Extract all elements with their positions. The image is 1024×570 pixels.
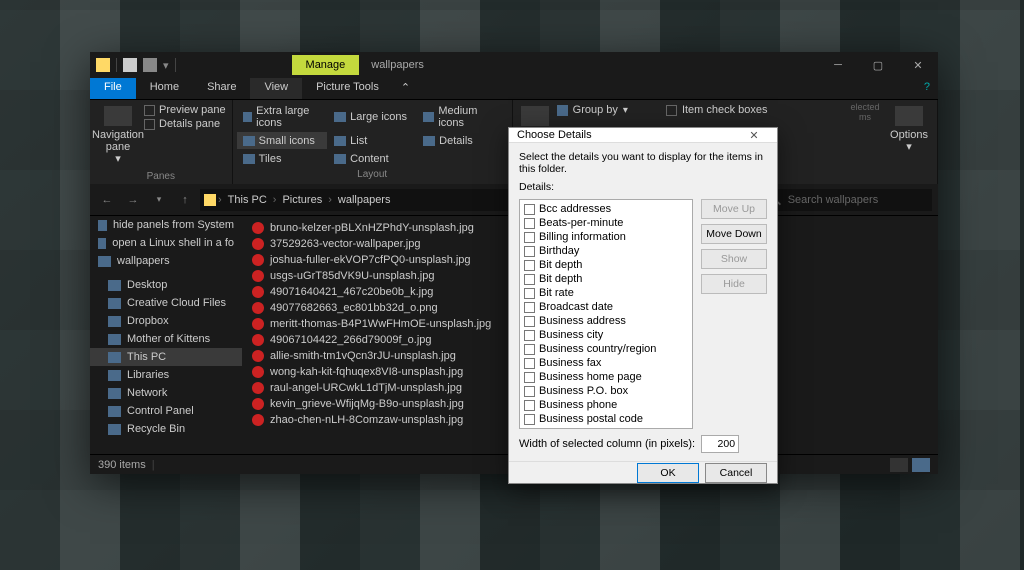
nav-item[interactable]: Desktop — [90, 276, 242, 294]
nav-item[interactable]: Creative Cloud Files — [90, 294, 242, 312]
menu-share[interactable]: Share — [193, 78, 250, 99]
nav-item[interactable]: This PC — [90, 348, 242, 366]
detail-option[interactable]: Broadcast date — [522, 300, 690, 314]
detail-option[interactable]: Birthday — [522, 244, 690, 258]
ok-button[interactable]: OK — [637, 463, 699, 483]
separator — [175, 58, 176, 72]
layout-content[interactable]: Content — [328, 150, 416, 167]
ribbon-hidden-selected: electedms — [845, 102, 885, 182]
item-count: 390 items — [98, 459, 146, 471]
detail-option[interactable]: Bit depth — [522, 258, 690, 272]
folder-icon — [96, 58, 110, 72]
detail-option[interactable]: Beats-per-minute — [522, 216, 690, 230]
view-icons-button[interactable] — [912, 458, 930, 472]
nav-item[interactable]: Mother of Kittens — [90, 330, 242, 348]
search-input[interactable]: 🔍 Search wallpapers — [762, 189, 932, 211]
nav-item[interactable]: hide panels from System — [90, 216, 242, 234]
detail-option[interactable]: Business phone — [522, 398, 690, 412]
back-button[interactable]: ← — [96, 189, 118, 211]
nav-item[interactable]: Dropbox — [90, 312, 242, 330]
quick-access-toolbar: ▾ — [90, 58, 182, 72]
help-icon[interactable]: ? — [916, 78, 938, 99]
cancel-button[interactable]: Cancel — [705, 463, 767, 483]
nav-item[interactable]: open a Linux shell in a fo — [90, 234, 242, 252]
navigation-pane[interactable]: hide panels from Systemopen a Linux shel… — [90, 216, 242, 454]
layout-tiles[interactable]: Tiles — [237, 150, 328, 167]
forward-button[interactable]: → — [122, 189, 144, 211]
view-details-button[interactable] — [890, 458, 908, 472]
ribbon-group-layout: Extra large iconsLarge iconsMedium icons… — [233, 100, 513, 184]
layout-extra-large-icons[interactable]: Extra large icons — [237, 102, 328, 131]
detail-option[interactable]: Business country/region — [522, 342, 690, 356]
maximize-button[interactable]: ▢ — [858, 52, 898, 78]
detail-option[interactable]: Bit depth — [522, 272, 690, 286]
qat-btn[interactable] — [143, 58, 157, 72]
width-label: Width of selected column (in pixels): — [519, 438, 695, 450]
layout-medium-icons[interactable]: Medium icons — [417, 102, 508, 131]
window-title: wallpapers — [359, 59, 436, 71]
width-input[interactable] — [701, 435, 739, 453]
nav-item[interactable]: Libraries — [90, 366, 242, 384]
menu-home[interactable]: Home — [136, 78, 193, 99]
detail-option[interactable]: Business postal code — [522, 412, 690, 426]
layout-large-icons[interactable]: Large icons — [328, 102, 416, 131]
close-icon[interactable]: ✕ — [739, 129, 769, 142]
dialog-title: Choose Details — [517, 129, 592, 141]
detail-option[interactable]: Business home page — [522, 370, 690, 384]
show-button[interactable]: Show — [701, 249, 767, 269]
detail-option[interactable]: Bcc addresses — [522, 202, 690, 216]
detail-option[interactable]: Billing information — [522, 230, 690, 244]
layout-list[interactable]: List — [328, 132, 416, 149]
details-label: Details: — [519, 181, 767, 193]
move-down-button[interactable]: Move Down — [701, 224, 767, 244]
layout-details[interactable]: Details — [417, 132, 508, 149]
ribbon-collapse-icon[interactable]: ⌃ — [393, 78, 418, 99]
group-by-button[interactable]: Group by ▾ — [557, 104, 628, 116]
minimize-button[interactable]: ─ — [818, 52, 858, 78]
detail-option[interactable]: Business fax — [522, 356, 690, 370]
dialog-titlebar[interactable]: Choose Details ✕ — [509, 128, 777, 143]
dialog-instruction: Select the details you want to display f… — [519, 151, 767, 175]
choose-details-dialog: Choose Details ✕ Select the details you … — [508, 127, 778, 484]
details-listbox[interactable]: Bcc addressesBeats-per-minuteBilling inf… — [519, 199, 693, 429]
move-up-button[interactable]: Move Up — [701, 199, 767, 219]
qat-dropdown-icon[interactable]: ▾ — [163, 59, 169, 72]
item-checkboxes-toggle[interactable]: Item check boxes — [666, 104, 768, 116]
recent-locations-button[interactable]: ▾ — [148, 189, 170, 211]
details-pane-toggle[interactable]: Details pane — [144, 118, 226, 130]
layout-small-icons[interactable]: Small icons — [237, 132, 328, 149]
menu-view[interactable]: View — [250, 78, 302, 99]
context-tab-manage[interactable]: Manage — [292, 55, 360, 75]
preview-pane-toggle[interactable]: Preview pane — [144, 104, 226, 116]
hide-button[interactable]: Hide — [701, 274, 767, 294]
qat-btn[interactable] — [123, 58, 137, 72]
options-button[interactable]: Options▾ — [885, 102, 933, 182]
detail-option[interactable]: Business city — [522, 328, 690, 342]
menu-file[interactable]: File — [90, 78, 136, 99]
nav-item[interactable]: Recycle Bin — [90, 420, 242, 438]
ribbon-group-panes: Navigation pane▾ Preview pane Details pa… — [90, 100, 233, 184]
nav-item[interactable]: Network — [90, 384, 242, 402]
detail-option[interactable]: Bit rate — [522, 286, 690, 300]
up-button[interactable]: ↑ — [174, 189, 196, 211]
close-button[interactable]: ✕ — [898, 52, 938, 78]
menubar: File Home Share View Picture Tools ⌃ ? — [90, 78, 938, 100]
menu-picture-tools[interactable]: Picture Tools — [302, 78, 393, 99]
navigation-pane-button[interactable]: Navigation pane▾ — [94, 102, 142, 169]
nav-item[interactable]: wallpapers — [90, 252, 242, 270]
nav-item[interactable]: Control Panel — [90, 402, 242, 420]
separator — [116, 58, 117, 72]
detail-option[interactable]: Business address — [522, 314, 690, 328]
detail-option[interactable]: Business P.O. box — [522, 384, 690, 398]
folder-icon — [204, 194, 216, 206]
titlebar[interactable]: ▾ Manage wallpapers ─ ▢ ✕ — [90, 52, 938, 78]
